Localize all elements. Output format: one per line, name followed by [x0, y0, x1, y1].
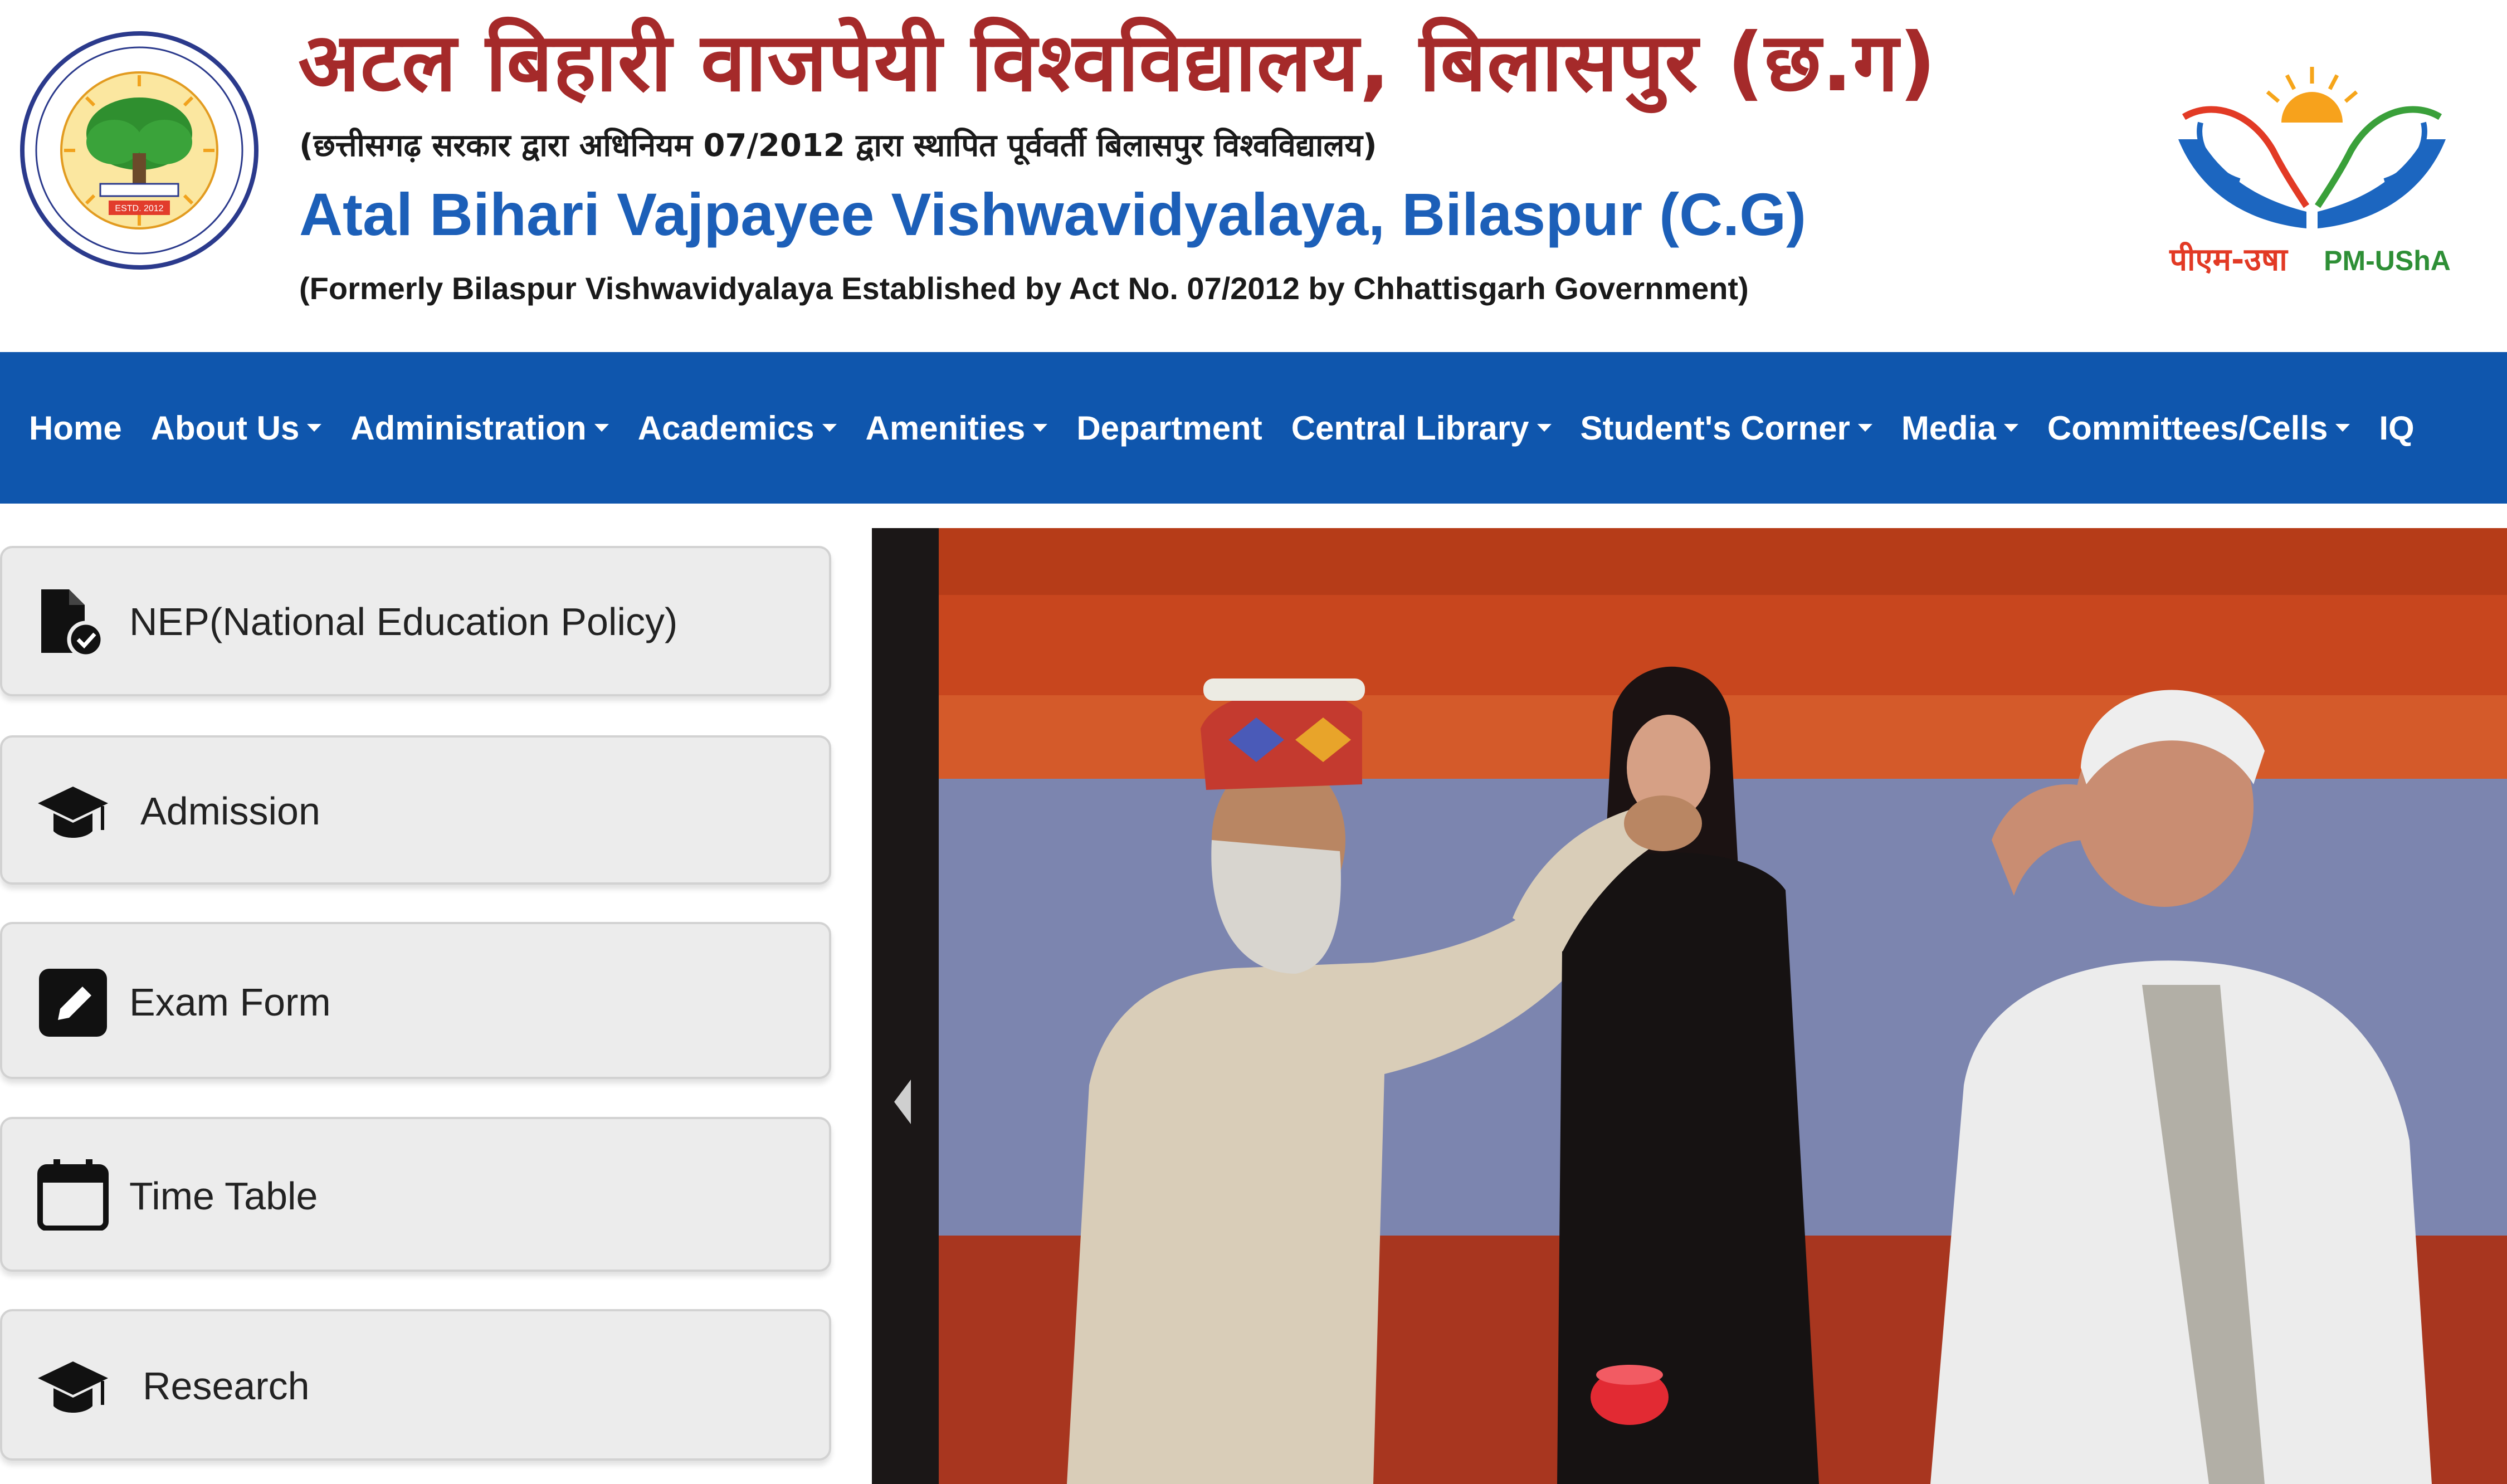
- caret-down-icon: [2335, 424, 2350, 432]
- nav-label: Media: [1901, 409, 1996, 447]
- pm-logo-hindi-text: पीएम-उषा: [2169, 241, 2289, 278]
- slider-prev-button[interactable]: [872, 1018, 939, 1185]
- nav-iq[interactable]: IQ: [2379, 409, 2414, 447]
- slider-photo: [872, 528, 2507, 1484]
- site-header: ESTD. 2012 अटल बिहारी वाजपेयी विश्वविद्य…: [0, 0, 2507, 352]
- sidebar-item-label: NEP(National Education Policy): [129, 600, 678, 643]
- nav-committees-cells[interactable]: Committees/Cells: [2047, 409, 2350, 447]
- caret-down-icon: [1857, 424, 1872, 432]
- sidebar-item-label: Exam Form: [129, 980, 331, 1024]
- nav-central-library[interactable]: Central Library: [1291, 409, 1552, 447]
- pm-logo-english-text: PM-UShA: [2324, 245, 2451, 276]
- pm-usha-logo[interactable]: पीएम-उषा PM-UShA: [2162, 61, 2462, 284]
- caret-down-icon: [1033, 424, 1048, 432]
- edit-square-icon: [39, 969, 107, 1037]
- sidebar-item-exam-form[interactable]: Exam Form: [0, 922, 831, 1079]
- file-check-icon: [41, 589, 105, 658]
- sidebar-item-nep[interactable]: NEP(National Education Policy): [0, 546, 831, 696]
- nav-amenities[interactable]: Amenities: [866, 409, 1048, 447]
- nav-label: Central Library: [1291, 409, 1529, 447]
- main-navbar: Home About Us Administration Academics A…: [0, 352, 2507, 504]
- sidebar-item-label: Time Table: [129, 1174, 318, 1218]
- nav-label: Student's Corner: [1580, 409, 1850, 447]
- nav-label: Department: [1076, 409, 1262, 447]
- nav-students-corner[interactable]: Student's Corner: [1581, 409, 1872, 447]
- sidebar-item-research[interactable]: Research: [0, 1309, 831, 1461]
- chevron-left-icon: [894, 1080, 911, 1124]
- caret-down-icon: [822, 424, 837, 432]
- nav-label: Amenities: [865, 409, 1026, 447]
- hero-image-slider[interactable]: [872, 528, 2507, 1484]
- sidebar-item-label: Admission: [140, 789, 320, 833]
- caret-down-icon: [1537, 424, 1552, 432]
- nav-academics[interactable]: Academics: [638, 409, 837, 447]
- nav-label: Administration: [350, 409, 587, 447]
- nav-about-us[interactable]: About Us: [151, 409, 322, 447]
- university-subtitle-english: (Formerly Bilaspur Vishwavidyalaya Estab…: [299, 271, 1749, 306]
- sidebar-item-time-table[interactable]: Time Table: [0, 1117, 831, 1272]
- nav-label: Academics: [637, 409, 814, 447]
- caret-down-icon: [594, 424, 609, 432]
- graduation-cap-icon: [38, 787, 108, 838]
- nav-home[interactable]: Home: [29, 409, 122, 447]
- caret-down-icon: [2003, 424, 2018, 432]
- sidebar-item-admission[interactable]: Admission: [0, 735, 831, 885]
- nav-label: About Us: [150, 409, 300, 447]
- nav-department[interactable]: Department: [1076, 409, 1262, 447]
- caret-down-icon: [307, 424, 322, 432]
- university-title-hindi: अटल बिहारी वाजपेयी विश्वविद्यालय, बिलासप…: [298, 16, 1937, 110]
- nav-label: Home: [29, 409, 122, 447]
- nav-media[interactable]: Media: [1901, 409, 2018, 447]
- nav-label: IQ: [2379, 409, 2415, 447]
- calendar-icon: [37, 1159, 109, 1231]
- nav-label: Committees/Cells: [2047, 409, 2328, 447]
- seal-year-text: ESTD. 2012: [115, 204, 163, 213]
- graduation-cap-icon: [38, 1361, 108, 1413]
- nav-administration[interactable]: Administration: [350, 409, 609, 447]
- university-subtitle-hindi: (छत्तीसगढ़ सरकार द्वारा अधिनियम 07/2012 …: [299, 128, 1377, 164]
- university-seal-logo[interactable]: ESTD. 2012: [0, 31, 279, 270]
- university-title-english: Atal Bihari Vajpayee Vishwavidyalaya, Bi…: [299, 180, 1807, 248]
- sidebar-item-label: Research: [143, 1364, 310, 1408]
